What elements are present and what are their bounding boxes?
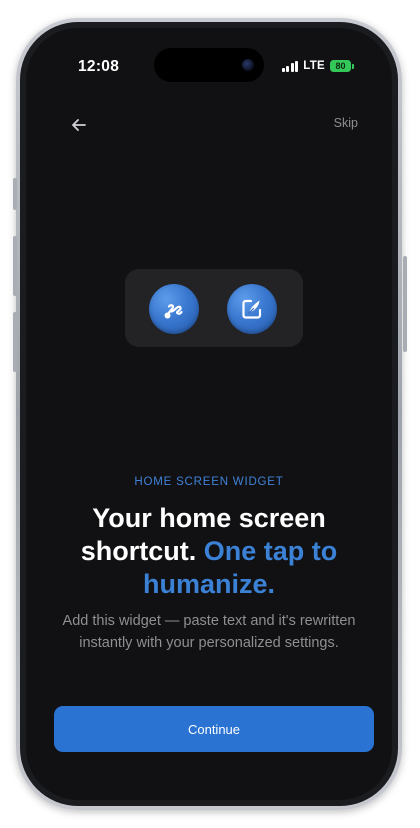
description-text: Add this widget — paste text and it's re…	[62, 613, 356, 651]
status-indicators: LTE 80	[281, 60, 354, 72]
volume-up-button	[13, 236, 17, 296]
widget-preview-card	[125, 269, 303, 347]
back-button[interactable]	[64, 110, 94, 140]
battery-icon: 80	[330, 60, 354, 72]
volume-down-button	[13, 312, 17, 372]
link-icon	[149, 284, 199, 334]
network-type: LTE	[303, 60, 325, 72]
section-eyebrow: HOME SCREEN WIDGET	[134, 476, 284, 488]
battery-level: 80	[330, 60, 351, 72]
status-time: 12:08	[78, 58, 120, 75]
power-button	[403, 256, 407, 352]
arrow-left-icon	[72, 119, 86, 131]
dynamic-island	[154, 48, 264, 82]
skip-button[interactable]: Skip	[334, 116, 358, 130]
compose-icon	[227, 284, 277, 334]
phone-bezel: 12:08 LTE 80 Skip HOME SCREEN WIDGET You…	[20, 22, 398, 806]
page-title: Your home screen shortcut. One tap to hu…	[46, 502, 372, 601]
screen: 12:08 LTE 80 Skip HOME SCREEN WIDGET You…	[26, 28, 392, 800]
camera-icon	[242, 59, 254, 71]
phone-frame: 12:08 LTE 80 Skip HOME SCREEN WIDGET You…	[16, 18, 402, 810]
continue-button[interactable]: Continue	[54, 706, 374, 752]
continue-label: Continue	[187, 721, 241, 737]
signal-icon	[281, 60, 299, 72]
action-button	[13, 178, 17, 210]
